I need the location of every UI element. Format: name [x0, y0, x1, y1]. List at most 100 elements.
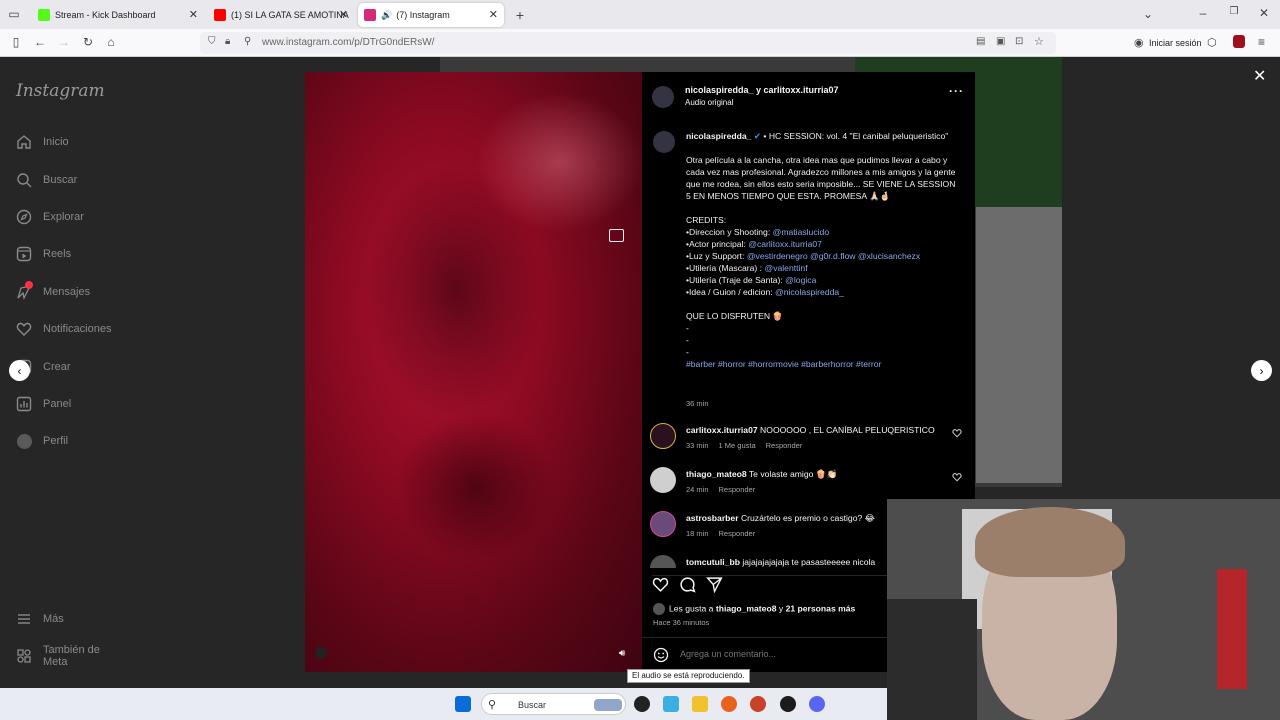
hashtags[interactable]: #barber #horror #horrormovie #barberhorr…	[686, 358, 958, 370]
audio-toggle-icon[interactable]: 🔊︎	[619, 648, 625, 659]
tab-close-icon[interactable]: ✕	[489, 8, 498, 21]
extensions-icon[interactable]: ⬡	[1207, 36, 1217, 49]
close-icon[interactable]: ✕	[1253, 66, 1266, 86]
sidebar-item-mensajes[interactable]: Mensajes	[16, 281, 90, 302]
credit-handle-link[interactable]: @logica	[785, 275, 816, 285]
speaker-icon[interactable]: 🔊	[381, 10, 392, 21]
back-icon[interactable]: ←	[32, 35, 48, 49]
liker-avatar[interactable]	[653, 603, 665, 615]
app-g-icon[interactable]	[634, 696, 650, 712]
credit-handle-link[interactable]: @nicolaspiredda_	[775, 287, 844, 297]
emoji-icon[interactable]	[653, 647, 669, 663]
commenter-avatar[interactable]	[650, 555, 676, 568]
discord-icon[interactable]	[809, 696, 825, 712]
steam-icon[interactable]	[780, 696, 796, 712]
lock-icon[interactable]: 🔒︎	[225, 36, 230, 47]
comment-likes[interactable]: 1 Me gusta	[719, 441, 756, 450]
comment-username[interactable]: thiago_mateo8	[686, 469, 747, 479]
file-explorer-icon[interactable]	[692, 696, 708, 712]
caption-title: • HC SESSION: vol. 4 "El canibal peluque…	[763, 131, 949, 141]
tab-list-chevron-icon[interactable]: ⌄	[1140, 7, 1156, 21]
bookmark-star-icon[interactable]: ☆	[1034, 35, 1044, 48]
comment-username[interactable]: carlitoxx.iturria07	[686, 425, 758, 435]
post-video[interactable]: 🔊︎	[305, 72, 642, 672]
expand-icon[interactable]	[609, 229, 624, 242]
comment-input[interactable]	[680, 649, 880, 659]
commenter-avatar[interactable]	[650, 423, 676, 449]
account-icon[interactable]: ◉	[1134, 36, 1144, 49]
comment-like-icon[interactable]	[952, 428, 962, 438]
tab-instagram[interactable]: 🔊 (7) Instagram ✕	[358, 3, 504, 27]
reply-button[interactable]: Responder	[766, 441, 803, 450]
forward-icon[interactable]: →	[56, 35, 72, 49]
more-options-icon[interactable]: ···	[949, 84, 964, 98]
credit-handle-link[interactable]: @valenttinf	[764, 263, 807, 273]
sidebar-item-mas[interactable]: Más	[16, 609, 64, 629]
sidebar-item-meta[interactable]: También de Meta	[16, 644, 100, 668]
comment-icon[interactable]	[679, 576, 696, 593]
reload-icon[interactable]: ↻	[80, 35, 96, 49]
menu-icon	[16, 611, 32, 627]
reply-button[interactable]: Responder	[719, 529, 756, 538]
firefox-icon[interactable]	[721, 696, 737, 712]
credit-handle-link[interactable]: @carlitoxx.iturria07	[748, 239, 822, 249]
new-tab-icon[interactable]: +	[512, 7, 528, 23]
commenter-avatar[interactable]	[650, 467, 676, 493]
sidebar-item-notificaciones[interactable]: Notificaciones	[16, 319, 111, 339]
likes-count-link[interactable]: 21 personas más	[786, 603, 856, 613]
ublock-icon[interactable]	[1233, 35, 1245, 48]
sidebar-item-panel[interactable]: Panel	[16, 394, 71, 414]
reply-button[interactable]: Responder	[719, 485, 756, 494]
commenter-avatar[interactable]	[650, 511, 676, 537]
copilot-icon[interactable]	[663, 696, 679, 712]
tab-overview-icon[interactable]: ▭	[6, 7, 22, 21]
tagged-user-icon[interactable]	[315, 647, 327, 659]
previous-post-icon[interactable]: ‹	[9, 360, 30, 381]
address-bar[interactable]: ⛉ 🔒︎ ⚲ www.instagram.com/p/DTrG0ndERsW/ …	[200, 32, 1056, 54]
maximize-icon[interactable]: ❐	[1226, 6, 1242, 17]
credit-handle-link[interactable]: @matiaslucido	[773, 227, 830, 237]
sidebar-toggle-icon[interactable]: ▯	[8, 35, 24, 49]
minimize-icon[interactable]: –	[1195, 6, 1211, 20]
picture-in-picture-icon[interactable]: ▣	[996, 36, 1005, 47]
caption-username[interactable]: nicolaspiredda_	[686, 131, 751, 141]
sidebar-item-buscar[interactable]: Buscar	[16, 170, 77, 190]
next-post-icon[interactable]: ›	[1251, 360, 1272, 381]
tab-close-icon[interactable]: ✕	[189, 8, 198, 21]
author-avatar[interactable]	[652, 86, 674, 108]
comment-like-icon[interactable]	[952, 472, 962, 482]
taskbar-search[interactable]: ⚲ Buscar	[481, 693, 626, 715]
post-time: 36 min	[686, 399, 709, 408]
sidebar-item-explorar[interactable]: Explorar	[16, 207, 84, 227]
tab-close-icon[interactable]: ✕	[339, 8, 348, 21]
credit-handle-link[interactable]: @vestirdenegro @g0r.d.flow @xlucisanchez…	[747, 251, 920, 261]
tab-youtube[interactable]: (1) SI LA GATA SE AMOTINAN - ✕	[208, 3, 354, 27]
liker-username[interactable]: thiago_mateo8	[716, 603, 777, 613]
window-close-icon[interactable]: ✕	[1256, 6, 1272, 20]
share-icon[interactable]	[706, 576, 723, 594]
sidebar-item-inicio[interactable]: Inicio	[16, 132, 69, 152]
screenshot-icon[interactable]: ⊡	[1015, 36, 1023, 47]
sign-in-button[interactable]: Iniciar sesión	[1149, 38, 1202, 48]
audio-label[interactable]: Audio original	[685, 98, 733, 107]
sidebar-item-perfil[interactable]: Perfil	[16, 431, 68, 451]
app-orange-icon[interactable]	[750, 696, 766, 712]
likes-summary: Les gusta a thiago_mateo8 y 21 personas …	[653, 603, 855, 615]
shield-icon[interactable]: ⛉	[208, 36, 216, 47]
reader-icon[interactable]: ▤	[976, 36, 985, 47]
home-icon[interactable]: ⌂	[103, 35, 119, 49]
instagram-logo[interactable]: Instagram	[16, 81, 105, 101]
credit-line: •Utilería (Traje de Santa): @logica	[686, 275, 817, 285]
caption-avatar[interactable]	[653, 131, 675, 153]
app-menu-icon[interactable]: ≡	[1258, 35, 1265, 49]
kick-favicon-icon	[38, 9, 50, 21]
comment-username[interactable]: tomcutuli_bb	[686, 557, 740, 567]
tab-kick[interactable]: Stream - Kick Dashboard ✕	[32, 3, 204, 27]
permissions-icon[interactable]: ⚲	[244, 36, 251, 47]
sidebar-item-reels[interactable]: Reels	[16, 244, 71, 264]
url-text[interactable]: www.instagram.com/p/DTrG0ndERsW/	[262, 37, 434, 48]
comment-username[interactable]: astrosbarber	[686, 513, 739, 523]
like-icon[interactable]	[652, 576, 669, 593]
post-authors[interactable]: nicolaspiredda_ y carlitoxx.iturria07	[685, 85, 839, 95]
windows-start-icon[interactable]	[455, 696, 471, 712]
